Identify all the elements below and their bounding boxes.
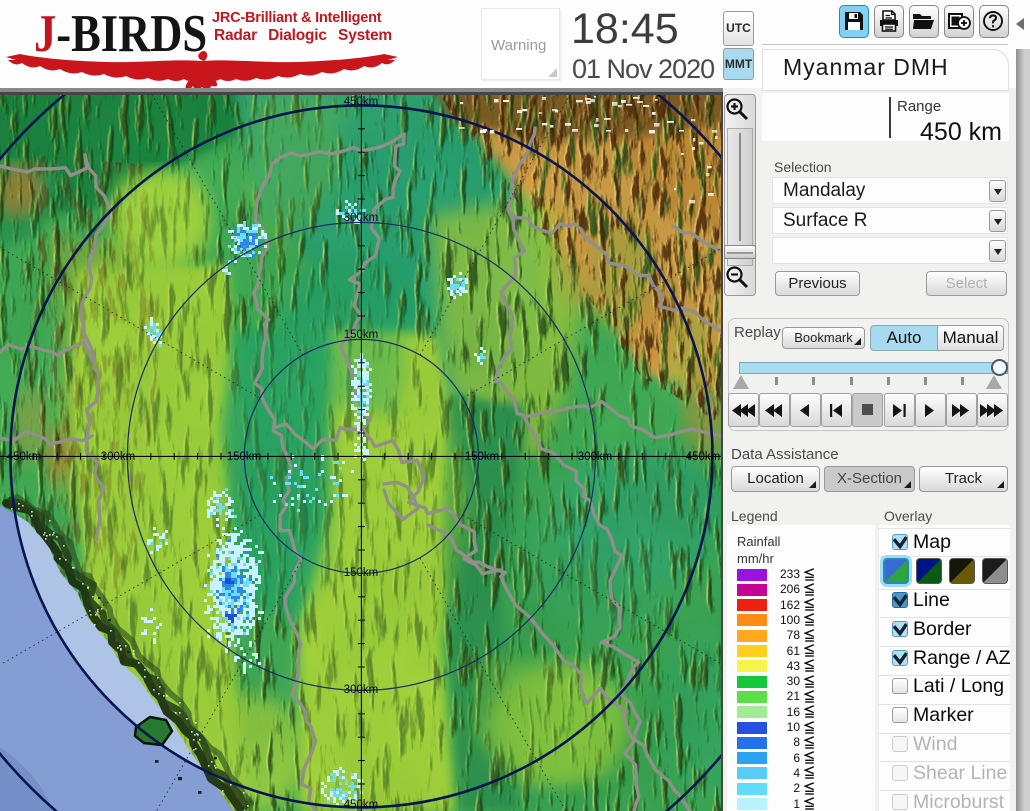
svg-text:450km: 450km [344, 96, 379, 108]
svg-text:300km: 300km [344, 212, 379, 224]
svg-text:150km: 150km [465, 451, 500, 463]
svg-text:300km: 300km [578, 451, 613, 463]
svg-text:150km: 150km [227, 451, 262, 463]
svg-text:300km: 300km [344, 684, 379, 696]
svg-text:450km: 450km [344, 799, 379, 811]
svg-text:150km: 150km [344, 329, 379, 341]
svg-text:150km: 150km [344, 567, 379, 579]
svg-text:300km: 300km [101, 451, 136, 463]
svg-text:450km: 450km [7, 451, 42, 463]
svg-text:450km: 450km [686, 451, 721, 463]
